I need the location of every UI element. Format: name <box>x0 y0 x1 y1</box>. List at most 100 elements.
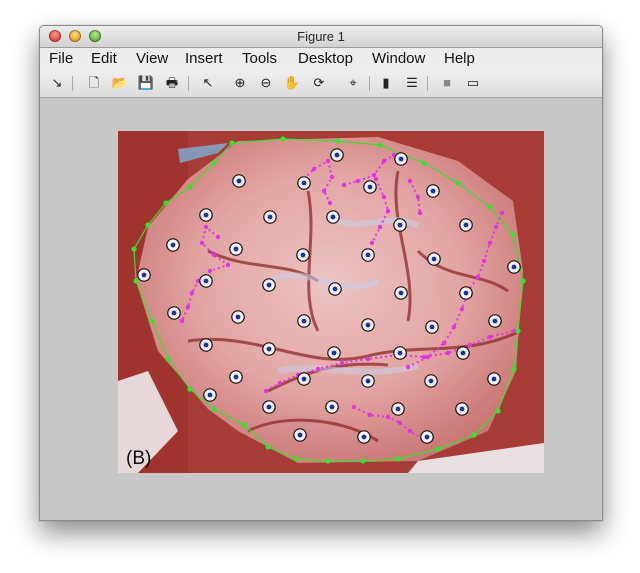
electrode-marker <box>327 346 341 360</box>
electrode-marker <box>424 374 438 388</box>
dock-arrow-icon[interactable]: ↘ <box>48 74 66 92</box>
electrode-center <box>491 376 497 382</box>
open-file-icon[interactable]: 📂 <box>111 74 129 92</box>
electrode-marker <box>488 314 502 328</box>
sulcus-trace-point <box>385 208 391 214</box>
zoom-in-icon[interactable]: ⊕ <box>231 74 249 92</box>
figure-toolbar: ↘ 🗋 📂 💾 🖶 ↖ ⊕ ⊖ ✋ ⟳ ⌖ ▮ ☰ ■ ▭ <box>40 70 602 98</box>
electrode-marker <box>393 346 407 360</box>
sulcus-trace-point <box>225 262 231 268</box>
electrode-marker <box>296 248 310 262</box>
outline-vertex <box>520 278 526 284</box>
electrode-center <box>301 376 307 382</box>
outline-vertex <box>133 278 139 284</box>
outline-vertex <box>335 138 341 144</box>
electrode-center <box>267 214 273 220</box>
electrode-marker <box>427 252 441 266</box>
outline-vertex <box>471 432 477 438</box>
sulcus-trace-point <box>321 188 327 194</box>
sulcus-trace-point <box>365 356 371 362</box>
electrode-marker <box>199 208 213 222</box>
electrode-center <box>459 406 465 412</box>
electrode-center <box>203 278 209 284</box>
electrode-center <box>171 310 177 316</box>
menu-desktop[interactable]: Desktop <box>298 50 353 67</box>
toolbar-separator <box>369 76 370 91</box>
outline-vertex <box>325 458 331 464</box>
electrode-marker <box>507 260 521 274</box>
electrode-center <box>367 184 373 190</box>
sulcus-trace-point <box>415 194 421 200</box>
electrode-marker <box>361 248 375 262</box>
electrode-marker <box>459 218 473 232</box>
hide-plot-tools-icon[interactable]: ■ <box>438 74 456 92</box>
outline-vertex <box>211 160 217 166</box>
electrode-marker <box>361 318 375 332</box>
print-icon[interactable]: 🖶 <box>163 74 181 92</box>
menu-window[interactable]: Window <box>372 50 425 67</box>
sulcus-trace-point <box>179 318 185 324</box>
insert-legend-icon[interactable]: ☰ <box>403 74 421 92</box>
electrode-marker <box>456 346 470 360</box>
insert-colorbar-icon[interactable]: ▮ <box>377 74 395 92</box>
electrode-center <box>511 264 517 270</box>
outline-vertex <box>487 204 493 210</box>
electrode-marker <box>203 388 217 402</box>
menu-file[interactable]: File <box>49 50 73 67</box>
electrode-marker <box>326 210 340 224</box>
electrode-center <box>170 242 176 248</box>
edit-plot-arrow-icon[interactable]: ↖ <box>199 74 217 92</box>
electrode-marker <box>229 242 243 256</box>
sulcus-trace-point <box>499 210 505 216</box>
electrode-center <box>301 318 307 324</box>
electrode-marker <box>263 210 277 224</box>
sulcus-trace-point <box>211 252 217 258</box>
electrode-center <box>430 188 436 194</box>
electrode-marker <box>330 148 344 162</box>
electrode-marker <box>229 370 243 384</box>
sulcus-trace-point <box>377 224 383 230</box>
sulcus-trace-point <box>367 412 373 418</box>
new-figure-icon[interactable]: 🗋 <box>85 74 103 92</box>
menu-tools[interactable]: Tools <box>242 50 277 67</box>
electrode-marker <box>391 402 405 416</box>
title-bar[interactable]: Figure 1 <box>40 26 602 48</box>
electrode-marker <box>137 268 151 282</box>
zoom-out-icon[interactable]: ⊖ <box>257 74 275 92</box>
toolbar-separator <box>188 76 189 91</box>
menu-view[interactable]: View <box>136 50 168 67</box>
electrode-center <box>463 290 469 296</box>
electrode-marker <box>325 400 339 414</box>
sulcus-trace-point <box>215 234 221 240</box>
sulcus-trace-point <box>325 158 331 164</box>
toolbar-separator <box>427 76 428 91</box>
electrode-center <box>300 252 306 258</box>
sulcus-trace-point <box>459 306 465 312</box>
electrode-marker <box>487 372 501 386</box>
outline-vertex <box>145 222 151 228</box>
data-cursor-icon[interactable]: ⌖ <box>344 74 362 92</box>
menu-help[interactable]: Help <box>444 50 475 67</box>
outline-vertex <box>187 184 193 190</box>
rotate-3d-icon[interactable]: ⟳ <box>310 74 328 92</box>
menu-insert[interactable]: Insert <box>185 50 223 67</box>
electrode-center <box>235 314 241 320</box>
electrode-center <box>233 374 239 380</box>
electrode-center <box>424 434 430 440</box>
outline-vertex <box>187 386 193 392</box>
electrode-center <box>334 152 340 158</box>
electrode-marker <box>425 320 439 334</box>
outline-vertex <box>229 140 235 146</box>
save-icon[interactable]: 💾 <box>137 74 155 92</box>
sulcus-trace-point <box>467 342 473 348</box>
electrode-center <box>207 392 213 398</box>
menu-edit[interactable]: Edit <box>91 50 117 67</box>
brain-surface-graphic <box>118 131 544 473</box>
show-plot-tools-icon[interactable]: ▭ <box>464 74 482 92</box>
electrode-center <box>141 272 147 278</box>
electrode-marker <box>459 286 473 300</box>
outline-vertex <box>510 232 516 238</box>
sulcus-trace-point <box>475 274 481 280</box>
sulcus-trace-point <box>277 380 283 386</box>
pan-hand-icon[interactable]: ✋ <box>283 74 301 92</box>
